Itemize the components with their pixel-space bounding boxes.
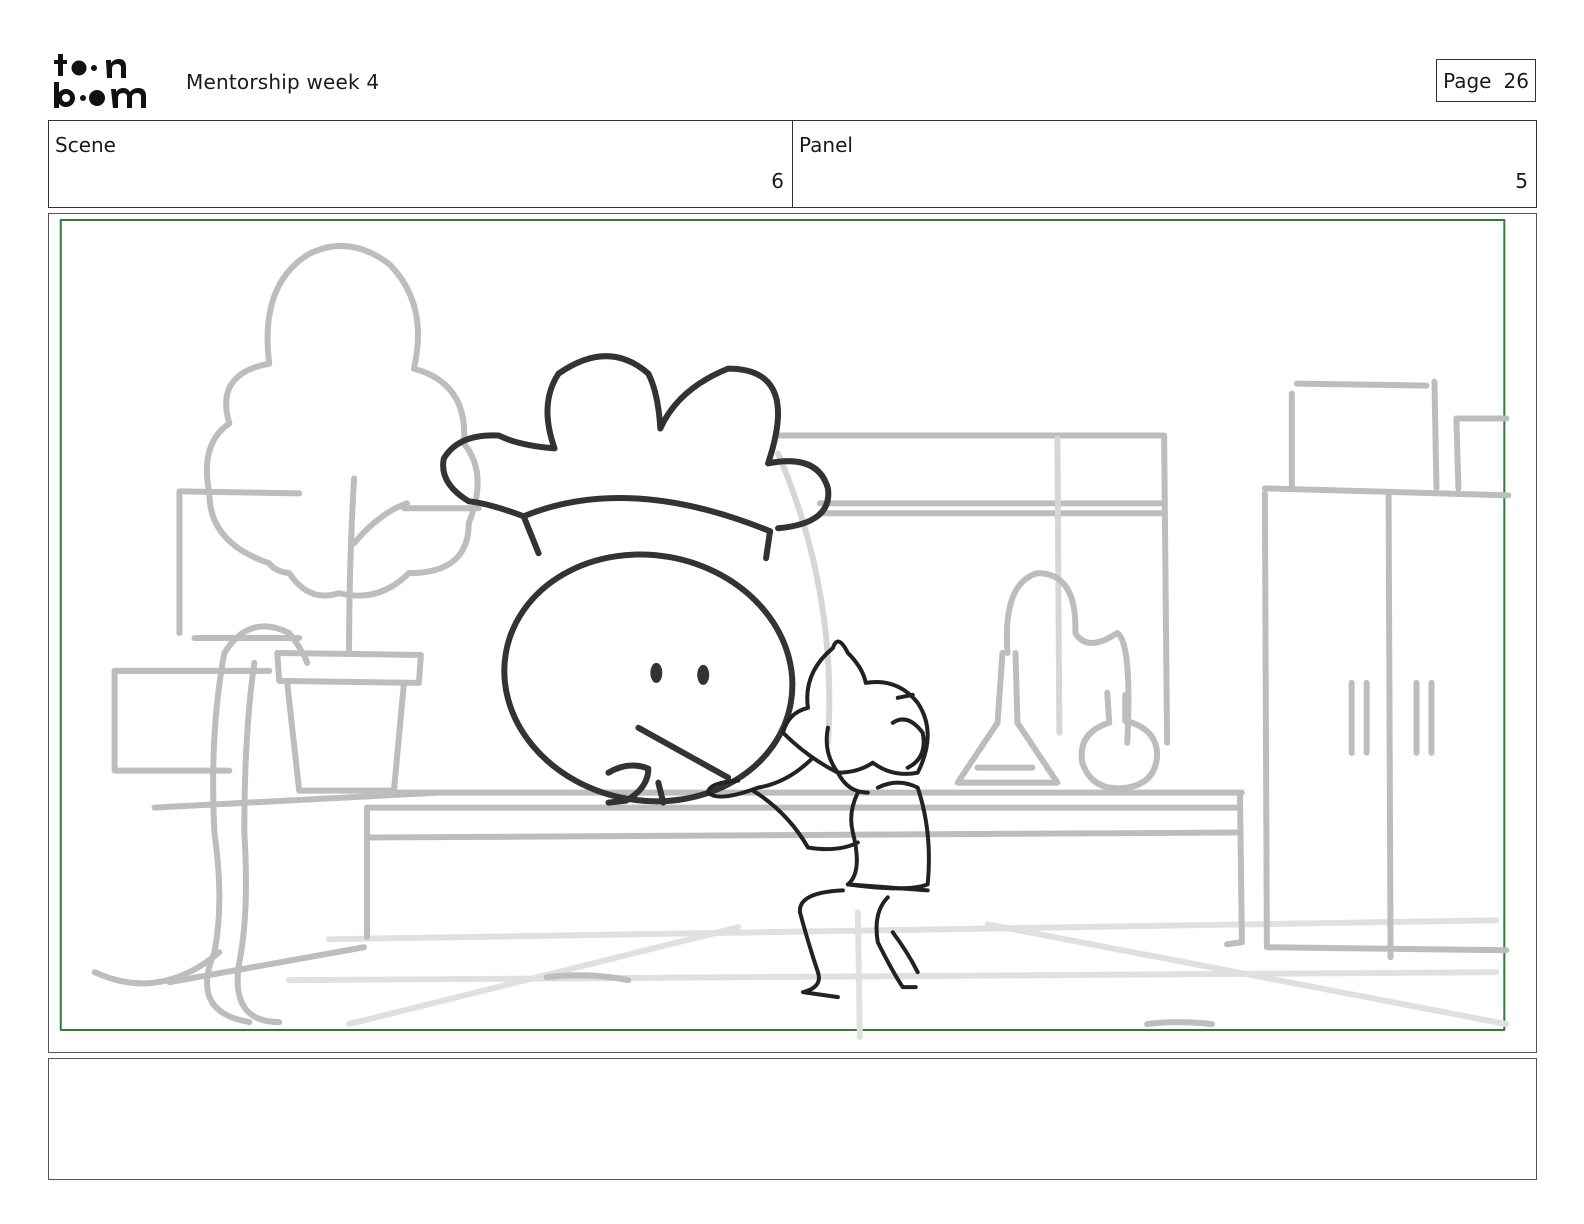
panel-field: Panel 5 [792,121,1536,207]
panel-label: Panel [799,133,853,157]
scene-label: Scene [55,133,116,157]
toon-boom-logo [54,54,146,108]
scene-value: 6 [771,169,784,193]
storyboard-sketch [59,218,1512,1041]
panel-value: 5 [1515,169,1528,193]
document-title: Mentorship week 4 [186,70,380,94]
safe-frame [59,218,1506,1032]
round-character [440,353,832,806]
small-character [706,639,931,1000]
page-label: Page [1443,68,1492,93]
scene-panel-info: Scene 6 Panel 5 [48,120,1537,208]
scene-field: Scene 6 [49,121,792,207]
storyboard-panel [48,213,1537,1053]
panel-notes [48,1058,1537,1180]
page-number: 26 [1503,68,1529,93]
page-indicator: Page 26 [1436,59,1536,102]
